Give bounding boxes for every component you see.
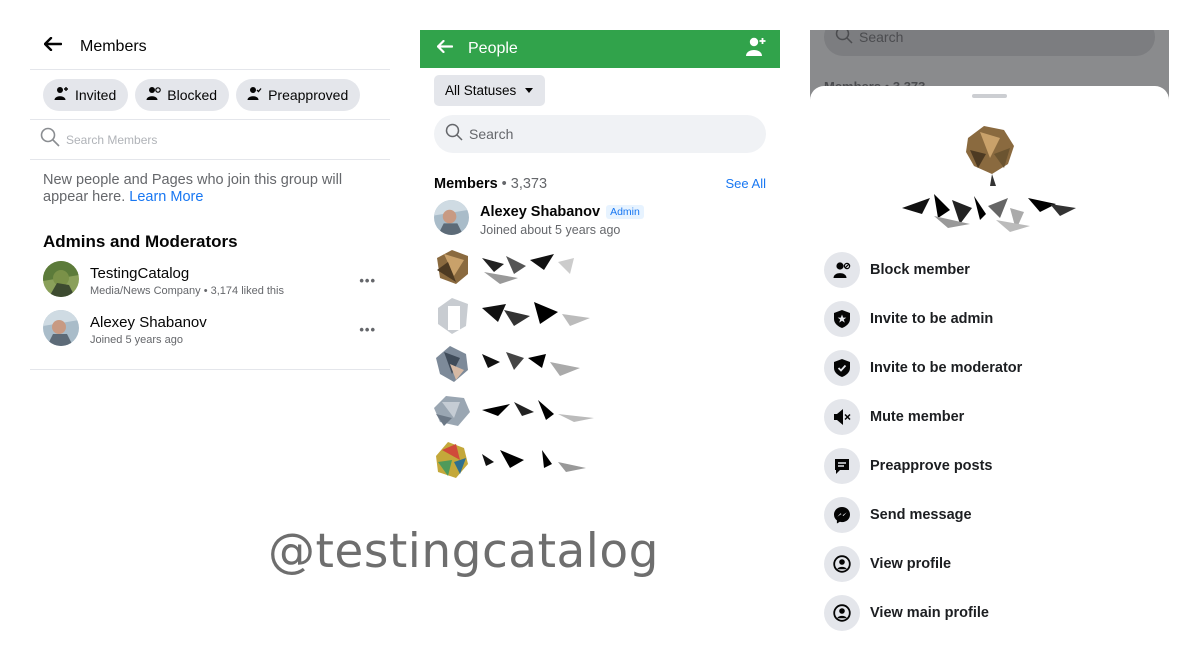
profile-icon	[824, 546, 860, 582]
people-header: People	[420, 30, 780, 68]
view-main-profile-action[interactable]: View main profile	[824, 595, 989, 631]
learn-more-link[interactable]: Learn More	[129, 189, 203, 205]
search-members-field[interactable]: Search Members	[30, 120, 390, 160]
action-label: Invite to be moderator	[870, 360, 1023, 376]
page-title: Members	[80, 37, 147, 55]
invited-chip[interactable]: Invited	[43, 78, 129, 111]
members-label: Members	[434, 176, 498, 192]
action-label: View profile	[870, 556, 952, 572]
more-options-icon[interactable]: •••	[359, 273, 376, 288]
caret-down-icon	[525, 88, 534, 93]
action-label: Preapprove posts	[870, 458, 993, 474]
see-all-link[interactable]: See All	[726, 176, 766, 192]
view-profile-action[interactable]: View profile	[824, 546, 951, 582]
divider	[30, 369, 390, 370]
member-subtitle: Joined about 5 years ago	[480, 222, 621, 237]
back-arrow-icon[interactable]	[43, 36, 63, 56]
filter-chips: Invited Blocked Preapproved	[30, 70, 390, 120]
members-heading: Members • 3,373 See All	[434, 176, 766, 192]
admin-name: TestingCatalog	[90, 264, 190, 282]
invite-moderator-action[interactable]: Invite to be moderator	[824, 350, 1022, 386]
preapproved-chip[interactable]: Preapproved	[236, 78, 361, 111]
separator: •	[501, 176, 507, 192]
mute-member-action[interactable]: Mute member	[824, 399, 964, 435]
speaker-mute-icon	[824, 399, 860, 435]
member-row[interactable]: Alexey Shabanov Admin Joined about 5 yea…	[434, 200, 644, 240]
admin-badge: Admin	[606, 204, 644, 219]
redacted-member-row	[436, 442, 586, 478]
search-placeholder: Search Members	[66, 132, 158, 147]
person-check-icon	[247, 86, 268, 104]
search-icon	[40, 127, 60, 152]
member-name-line: Alexey Shabanov Admin	[480, 204, 644, 220]
admin-subtitle: Joined 5 years ago	[90, 333, 183, 346]
avatar	[43, 261, 79, 302]
redacted-member-row	[437, 250, 574, 284]
info-text: New people and Pages who join this group…	[30, 160, 390, 206]
redacted-member-row	[434, 396, 594, 426]
member-text: Alexey Shabanov Admin Joined about 5 yea…	[480, 204, 644, 237]
action-label: Invite to be admin	[870, 311, 994, 327]
section-title: Admins and Moderators	[43, 232, 238, 251]
invite-admin-action[interactable]: Invite to be admin	[824, 301, 993, 337]
post-approve-icon	[824, 448, 860, 484]
member-actions-panel: Search Members • 3,373 Block member Invi…	[810, 30, 1169, 660]
blocked-chip[interactable]: Blocked	[135, 78, 230, 111]
admin-text: TestingCatalog Media/News Company • 3,17…	[90, 265, 284, 299]
person-block-icon	[824, 252, 860, 288]
block-member-action[interactable]: Block member	[824, 252, 970, 288]
admin-row[interactable]: TestingCatalog Media/News Company • 3,17…	[30, 257, 390, 306]
background-search: Search	[824, 30, 1155, 56]
search-icon	[445, 123, 463, 146]
shield-star-icon	[824, 301, 860, 337]
redacted-member-row	[436, 346, 580, 382]
chip-label: Blocked	[167, 86, 218, 103]
chip-label: Preapproved	[268, 86, 349, 103]
members-header: Members	[30, 24, 390, 70]
member-name: Alexey Shabanov	[480, 203, 601, 220]
chip-label: Invited	[75, 86, 117, 103]
members-panel: Members Invited Blocked Preapproved Sear…	[30, 24, 390, 371]
page-title: People	[468, 40, 518, 57]
more-options-icon[interactable]: •••	[359, 322, 376, 337]
admin-row[interactable]: Alexey Shabanov Joined 5 years ago •••	[30, 306, 390, 355]
drag-handle[interactable]	[972, 94, 1007, 98]
people-panel: People All Statuses Search Members • 3,3…	[420, 30, 780, 490]
send-message-action[interactable]: Send message	[824, 497, 972, 533]
action-label: Mute member	[870, 409, 965, 425]
avatar	[43, 310, 79, 351]
shield-check-icon	[824, 350, 860, 386]
search-placeholder: Search	[859, 30, 904, 45]
person-add-icon	[54, 86, 75, 104]
redacted-avatar	[966, 126, 1014, 186]
person-block-icon	[146, 86, 167, 104]
filter-label: All Statuses	[445, 83, 517, 98]
action-label: Block member	[870, 262, 970, 278]
main-profile-icon	[824, 595, 860, 631]
preapprove-posts-action[interactable]: Preapprove posts	[824, 448, 993, 484]
messenger-icon	[824, 497, 860, 533]
admin-text: Alexey Shabanov Joined 5 years ago	[90, 314, 207, 348]
redacted-member-row	[438, 298, 590, 334]
search-icon	[835, 30, 853, 49]
members-count: 3,373	[510, 176, 548, 192]
back-arrow-icon[interactable]	[436, 39, 454, 58]
add-person-icon[interactable]	[745, 36, 767, 63]
admin-name: Alexey Shabanov	[90, 313, 207, 331]
redacted-name	[902, 194, 1076, 232]
action-label: View main profile	[870, 605, 989, 621]
avatar	[434, 200, 469, 240]
search-input[interactable]: Search	[434, 115, 766, 153]
action-sheet: Block member Invite to be admin Invite t…	[810, 86, 1169, 660]
search-placeholder: Search	[469, 126, 514, 142]
admin-subtitle: Media/News Company • 3,174 liked this	[90, 284, 284, 297]
action-label: Send message	[870, 507, 972, 523]
status-filter-dropdown[interactable]: All Statuses	[434, 75, 545, 106]
watermark: @testingcatalog	[268, 524, 659, 579]
